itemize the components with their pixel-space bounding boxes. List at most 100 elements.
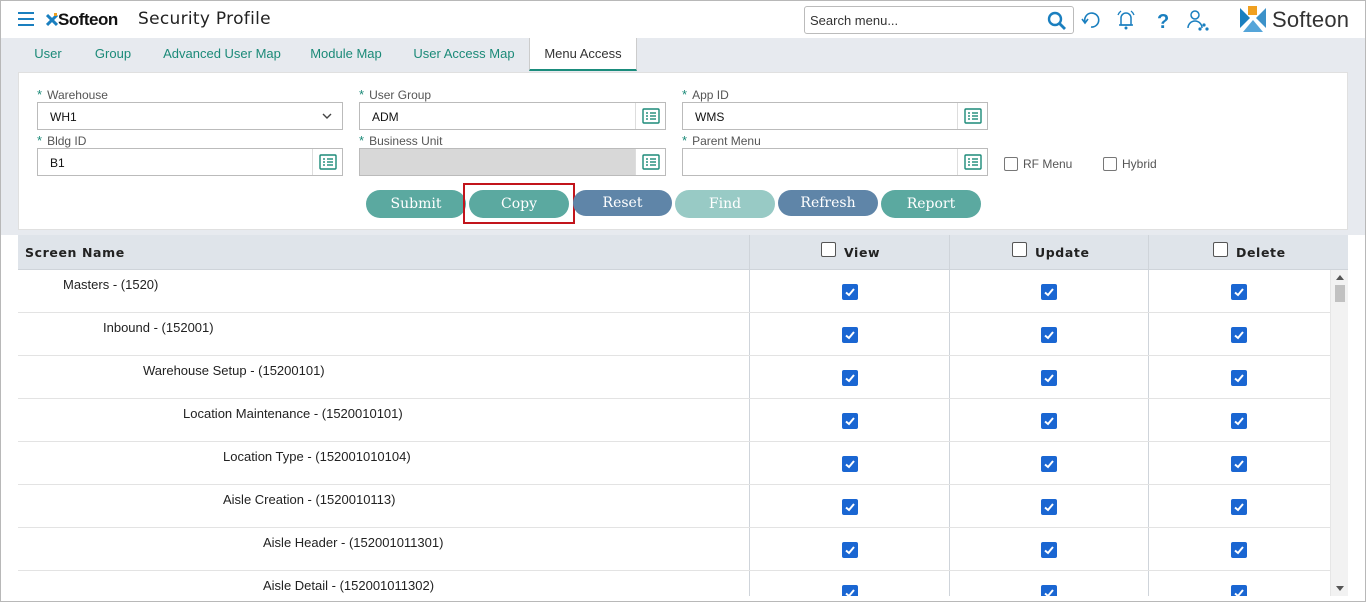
screen-name-cell: Masters - (1520) <box>63 277 159 292</box>
update-checkbox[interactable] <box>1041 542 1057 558</box>
delete-checkbox[interactable] <box>1231 499 1247 515</box>
bldg-id-lookup-icon[interactable] <box>312 149 342 175</box>
vertical-scrollbar[interactable] <box>1330 270 1348 596</box>
view-checkbox[interactable] <box>842 585 858 596</box>
screen-name-header[interactable]: Screen Name <box>25 235 125 270</box>
business-unit-field <box>359 148 666 176</box>
refresh-button[interactable]: Refresh <box>778 190 878 216</box>
view-checkbox[interactable] <box>842 499 858 515</box>
top-bar: Softeon Security Profile ? Softeon <box>1 1 1365 38</box>
search-box <box>804 6 1074 34</box>
table-row[interactable]: Aisle Creation - (1520010113) <box>18 485 1330 528</box>
bldg-id-value: B1 <box>50 156 65 170</box>
search-icon[interactable] <box>1047 11 1067 31</box>
softeon-x-icon <box>46 13 58 27</box>
hybrid-checkbox[interactable] <box>1103 157 1117 171</box>
hamburger-menu-icon[interactable] <box>18 12 34 26</box>
view-checkbox[interactable] <box>842 327 858 343</box>
scroll-thumb[interactable] <box>1335 285 1345 302</box>
app-id-field[interactable]: WMS <box>682 102 988 130</box>
page-title: Security Profile <box>138 9 271 29</box>
scroll-down-arrow-icon[interactable] <box>1336 586 1344 591</box>
screen-name-cell: Inbound - (152001) <box>103 320 214 335</box>
business-unit-lookup-icon[interactable] <box>635 149 665 175</box>
update-select-all-checkbox[interactable] <box>1012 242 1027 257</box>
delete-checkbox[interactable] <box>1231 370 1247 386</box>
submit-button[interactable]: Submit <box>366 190 466 218</box>
update-header[interactable]: Update <box>1012 235 1090 270</box>
parent-menu-field[interactable] <box>682 148 988 176</box>
report-button[interactable]: Report <box>881 190 981 218</box>
delete-checkbox[interactable] <box>1231 542 1247 558</box>
warehouse-label: * Warehouse <box>37 87 108 102</box>
warehouse-value: WH1 <box>50 110 77 124</box>
delete-checkbox[interactable] <box>1231 585 1247 596</box>
parent-menu-lookup-icon[interactable] <box>957 149 987 175</box>
view-checkbox[interactable] <box>842 284 858 300</box>
tab-user-access-map[interactable]: User Access Map <box>405 38 523 71</box>
softeon-brand-mark-icon <box>1240 6 1266 32</box>
notification-bell-icon[interactable] <box>1114 8 1138 32</box>
user-group-label: * User Group <box>359 87 432 102</box>
user-profile-icon[interactable] <box>1185 8 1209 32</box>
table-row[interactable]: Warehouse Setup - (15200101) <box>18 356 1330 399</box>
update-checkbox[interactable] <box>1041 585 1057 596</box>
search-input[interactable] <box>810 11 1040 30</box>
chevron-down-icon <box>322 113 332 119</box>
rf-menu-checkbox[interactable] <box>1004 157 1018 171</box>
user-group-lookup-icon[interactable] <box>635 103 665 129</box>
view-select-all-checkbox[interactable] <box>821 242 836 257</box>
screen-name-cell: Aisle Detail - (152001011302) <box>263 578 435 593</box>
warehouse-select[interactable]: WH1 <box>37 102 343 130</box>
update-checkbox[interactable] <box>1041 499 1057 515</box>
refresh-icon[interactable] <box>1079 8 1103 32</box>
table-row[interactable]: Aisle Detail - (152001011302) <box>18 571 1330 596</box>
table-row[interactable]: Masters - (1520) <box>18 270 1330 313</box>
update-checkbox[interactable] <box>1041 413 1057 429</box>
delete-checkbox[interactable] <box>1231 413 1247 429</box>
find-button[interactable]: Find <box>675 190 775 218</box>
app-id-lookup-icon[interactable] <box>957 103 987 129</box>
update-checkbox[interactable] <box>1041 370 1057 386</box>
view-checkbox[interactable] <box>842 413 858 429</box>
view-checkbox[interactable] <box>842 456 858 472</box>
table-row[interactable]: Inbound - (152001) <box>18 313 1330 356</box>
view-checkbox[interactable] <box>842 542 858 558</box>
bldg-id-field[interactable]: B1 <box>37 148 343 176</box>
hybrid-label: Hybrid <box>1122 157 1157 171</box>
app-id-value: WMS <box>695 110 725 124</box>
delete-checkbox[interactable] <box>1231 456 1247 472</box>
svg-text:?: ? <box>1157 11 1169 32</box>
rf-menu-option[interactable]: RF Menu <box>1004 157 1072 171</box>
screen-name-cell: Warehouse Setup - (15200101) <box>143 363 325 378</box>
logo-text: Softeon <box>58 10 118 29</box>
tab-user[interactable]: User <box>19 38 77 71</box>
table-row[interactable]: Aisle Header - (152001011301) <box>18 528 1330 571</box>
reset-button[interactable]: Reset <box>573 190 672 216</box>
view-header[interactable]: View <box>821 235 880 270</box>
user-group-field[interactable]: ADM <box>359 102 666 130</box>
copy-highlight-box <box>463 183 575 224</box>
rf-menu-label: RF Menu <box>1023 157 1073 171</box>
view-checkbox[interactable] <box>842 370 858 386</box>
tab-menu-access[interactable]: Menu Access <box>529 38 637 71</box>
tab-module-map[interactable]: Module Map <box>301 38 391 71</box>
tab-group[interactable]: Group <box>85 38 141 71</box>
update-checkbox[interactable] <box>1041 327 1057 343</box>
table-row[interactable]: Location Type - (152001010104) <box>18 442 1330 485</box>
table-row[interactable]: Location Maintenance - (1520010101) <box>18 399 1330 442</box>
hybrid-option[interactable]: Hybrid <box>1103 157 1157 171</box>
scroll-up-arrow-icon[interactable] <box>1336 275 1344 280</box>
update-checkbox[interactable] <box>1041 456 1057 472</box>
delete-checkbox[interactable] <box>1231 284 1247 300</box>
delete-select-all-checkbox[interactable] <box>1213 242 1228 257</box>
app-id-label: * App ID <box>682 87 729 102</box>
brand-logo: Softeon <box>1237 6 1357 34</box>
delete-header[interactable]: Delete <box>1213 235 1286 270</box>
parent-menu-label: * Parent Menu <box>682 133 761 148</box>
tab-advanced-user-map[interactable]: Advanced User Map <box>153 38 291 71</box>
brand-name: Softeon <box>1272 7 1350 32</box>
update-checkbox[interactable] <box>1041 284 1057 300</box>
delete-checkbox[interactable] <box>1231 327 1247 343</box>
help-icon[interactable]: ? <box>1151 8 1175 32</box>
